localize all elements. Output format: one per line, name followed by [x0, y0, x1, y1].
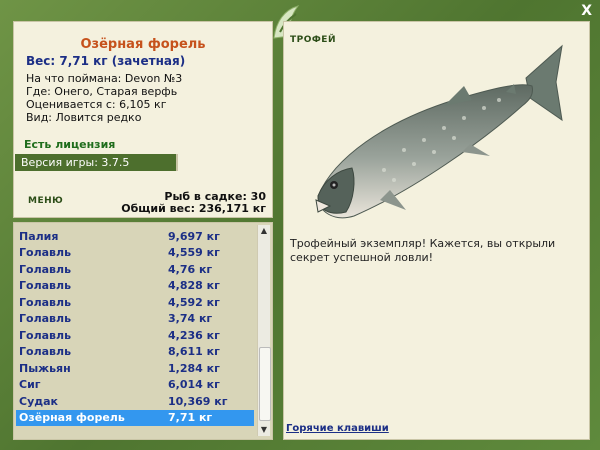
list-item[interactable]: Палия 9,697 кг — [16, 229, 254, 245]
list-item-weight: 4,76 кг — [168, 263, 213, 276]
scroll-up-icon[interactable]: ▲ — [258, 225, 270, 237]
total-weight: Общий вес: 236,171 кг — [121, 202, 266, 215]
list-item[interactable]: Голавль 4,559 кг — [16, 245, 254, 261]
list-item-weight: 4,559 кг — [168, 246, 220, 259]
list-item-weight: 4,592 кг — [168, 296, 220, 309]
scroll-thumb[interactable] — [259, 347, 271, 421]
list-item-name: Пыжьян — [19, 362, 71, 375]
list-item-weight: 6,014 кг — [168, 378, 220, 391]
list-item-weight: 4,236 кг — [168, 329, 220, 342]
species-detail: Вид: Ловится редко — [26, 111, 142, 124]
list-item-name: Сиг — [19, 378, 41, 391]
fish-info-panel: Озёрная форель Вес: 7,71 кг (зачетная) Н… — [13, 21, 273, 218]
trophy-message: Трофейный экземпляр! Кажется, вы открыли… — [290, 237, 556, 264]
list-item-name: Судак — [19, 395, 59, 408]
list-item[interactable]: Судак 10,369 кг — [16, 394, 254, 410]
list-item[interactable]: Озёрная форель 7,71 кг — [16, 410, 254, 426]
list-item-name: Голавль — [19, 263, 72, 276]
list-item-name: Голавль — [19, 296, 72, 309]
version-bar: Версия игры: 3.7.5 — [15, 154, 178, 171]
bait-detail: На что поймана: Devon №3 — [26, 72, 183, 85]
list-item[interactable]: Голавль 4,592 кг — [16, 295, 254, 311]
trout-image — [315, 44, 563, 219]
list-item-weight: 10,369 кг — [168, 395, 228, 408]
list-item-weight: 8,611 кг — [168, 345, 220, 358]
list-item[interactable]: Голавль 4,236 кг — [16, 328, 254, 344]
list-item[interactable]: Голавль 3,74 кг — [16, 311, 254, 327]
list-item[interactable]: Голавль 4,76 кг — [16, 262, 254, 278]
value-detail: Оценивается с: 6,105 кг — [26, 98, 167, 111]
list-item-weight: 4,828 кг — [168, 279, 220, 292]
scroll-down-icon[interactable]: ▼ — [258, 424, 270, 436]
list-item[interactable]: Голавль 4,828 кг — [16, 278, 254, 294]
trophy-panel: ТРОФЕЙ Трофейный экземпляр! Кажется, вы … — [283, 21, 590, 440]
license-label: Есть лицензия — [24, 138, 116, 151]
list-item-name: Голавль — [19, 312, 72, 325]
scrollbar[interactable]: ▲ ▼ — [257, 225, 271, 436]
list-item-weight: 3,74 кг — [168, 312, 213, 325]
list-item-name: Голавль — [19, 345, 72, 358]
fish-weight: Вес: 7,71 кг (зачетная) — [26, 54, 186, 68]
list-item-name: Голавль — [19, 246, 72, 259]
list-item[interactable]: Пыжьян 1,284 кг — [16, 361, 254, 377]
list-item-weight: 1,284 кг — [168, 362, 220, 375]
location-detail: Где: Онего, Старая верфь — [26, 85, 178, 98]
list-item-name: Озёрная форель — [19, 411, 125, 424]
hotkeys-link[interactable]: Горячие клавиши — [286, 423, 389, 434]
list-item[interactable]: Голавль 8,611 кг — [16, 344, 254, 360]
catch-list-panel: Палия 9,697 кг Голавль 4,559 кг Голавль 4,76 … — [13, 222, 273, 440]
list-item-name: Голавль — [19, 279, 72, 292]
fish-title: Озёрная форель — [80, 37, 206, 52]
list-item-weight: 7,71 кг — [168, 411, 213, 424]
list-item-weight: 9,697 кг — [168, 230, 220, 243]
menu-button[interactable]: МЕНЮ — [28, 196, 63, 206]
list-item-name: Голавль — [19, 329, 72, 342]
list-item[interactable]: Сиг 6,014 кг — [16, 377, 254, 393]
close-button[interactable]: X — [581, 3, 592, 19]
list-item-name: Палия — [19, 230, 59, 243]
